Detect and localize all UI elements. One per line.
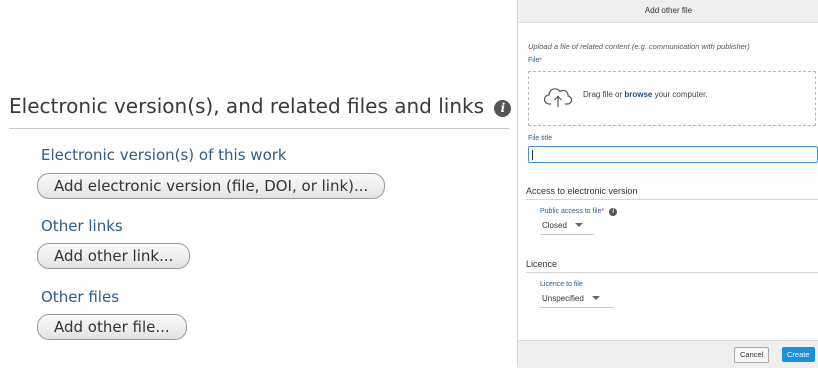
drop-suffix: your computer. xyxy=(654,90,708,99)
public-access-label: Public access to file* i xyxy=(540,208,618,216)
dialog-title: Add other file xyxy=(518,0,818,23)
access-section-heading: Access to electronic version xyxy=(526,186,638,196)
add-electronic-version-button[interactable]: Add electronic version (file, DOI, or li… xyxy=(37,173,386,199)
section-divider xyxy=(9,128,509,129)
add-other-link-button[interactable]: Add other link... xyxy=(37,243,191,269)
required-mark: * xyxy=(601,208,605,215)
section-heading-text: Electronic version(s), and related files… xyxy=(9,94,485,118)
section-heading: Electronic version(s), and related files… xyxy=(9,94,512,118)
drop-prefix: Drag file or xyxy=(583,90,623,99)
other-files-label: Other files xyxy=(41,288,120,306)
other-links-label: Other links xyxy=(41,217,123,235)
public-access-value: Closed xyxy=(542,221,567,230)
file-label-text: File xyxy=(528,57,540,64)
public-access-label-text: Public access to file xyxy=(540,208,602,215)
licence-divider xyxy=(526,272,818,273)
access-divider xyxy=(526,199,818,200)
licence-label: Licence to file xyxy=(540,281,583,288)
chevron-down-icon xyxy=(574,223,583,227)
dialog-description: Upload a file of related content (e.g. c… xyxy=(528,42,750,51)
related-files-panel: Electronic version(s), and related files… xyxy=(0,0,515,367)
text-cursor xyxy=(532,150,533,160)
required-mark: * xyxy=(539,57,543,64)
licence-section-heading: Licence xyxy=(526,259,558,269)
licence-select[interactable]: Unspecified xyxy=(542,294,600,303)
licence-value: Unspecified xyxy=(542,294,584,303)
dialog-footer: Cancel Create xyxy=(518,340,818,368)
electronic-versions-label: Electronic version(s) of this work xyxy=(41,146,287,164)
add-other-file-button[interactable]: Add other file... xyxy=(37,314,187,340)
chevron-down-icon xyxy=(591,296,600,300)
info-icon[interactable]: i xyxy=(609,208,618,216)
select-underline xyxy=(540,234,594,235)
cancel-button[interactable]: Cancel xyxy=(734,347,770,363)
dropzone-text: Drag file or browse your computer. xyxy=(583,90,708,99)
info-icon[interactable]: i xyxy=(494,100,512,117)
file-title-label: File title xyxy=(528,135,553,142)
file-dropzone[interactable]: Drag file or browse your computer. xyxy=(528,71,816,126)
create-button[interactable]: Create xyxy=(782,347,815,362)
browse-link[interactable]: browse xyxy=(624,90,652,99)
file-label: File* xyxy=(528,57,542,64)
cloud-upload-icon xyxy=(544,88,572,107)
add-other-file-dialog: Add other file Upload a file of related … xyxy=(517,0,818,368)
public-access-select[interactable]: Closed xyxy=(542,221,583,230)
select-underline xyxy=(540,307,614,308)
file-title-input[interactable] xyxy=(528,146,818,163)
